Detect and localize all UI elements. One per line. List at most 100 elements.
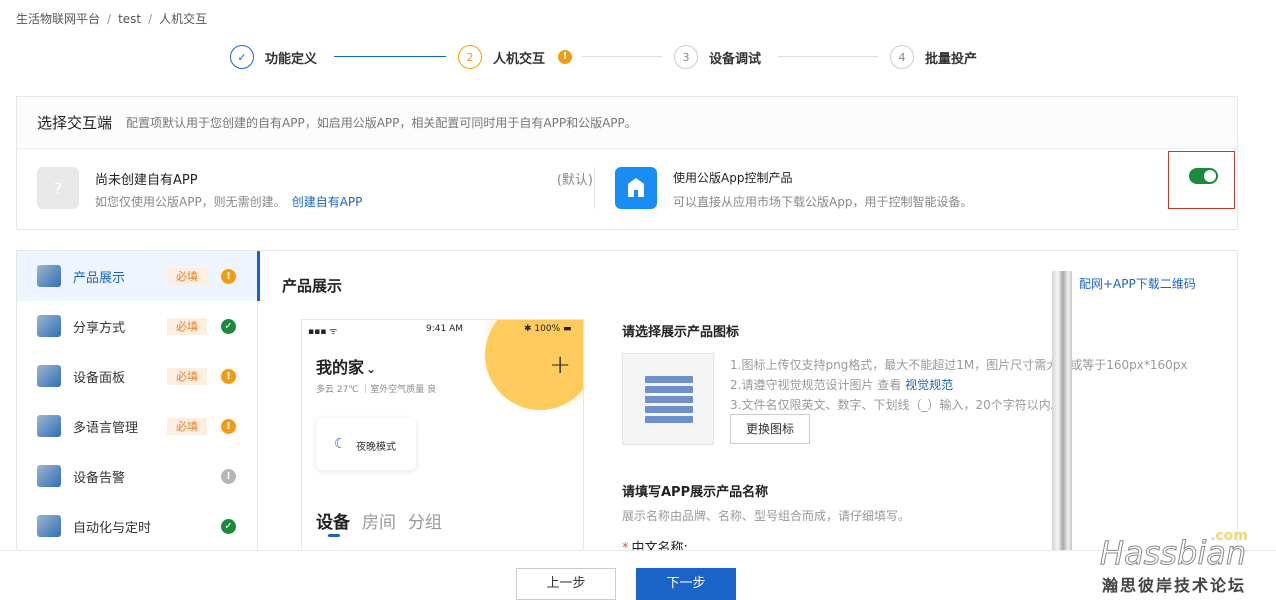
required-badge: 必填 bbox=[167, 317, 207, 335]
watermark-brand: Hassbian bbox=[1099, 534, 1247, 573]
sidebar-item-automation[interactable]: 自动化与定时 ✓ bbox=[17, 501, 258, 551]
bluetooth-icon: ✱ bbox=[524, 324, 532, 334]
public-app-desc: 可以直接从应用市场下载公版App，用于控制智能设备。 bbox=[673, 195, 973, 209]
product-display-icon bbox=[37, 265, 61, 287]
sidebar-item-label: 设备面板 bbox=[73, 370, 126, 386]
phone-tab-indicator bbox=[328, 534, 340, 537]
phone-tab-rooms: 房间 bbox=[362, 513, 396, 533]
public-app-toggle-highlight bbox=[1168, 151, 1235, 209]
scene-label: 夜晚模式 bbox=[356, 442, 396, 453]
sidebar-item-product-display[interactable]: 产品展示 必填 ! bbox=[17, 251, 260, 301]
own-app-name: 尚未创建自有APP bbox=[95, 173, 198, 188]
product-stack-icon bbox=[645, 376, 693, 423]
step-function-define[interactable]: ✓ 功能定义 bbox=[230, 45, 317, 69]
check-status-icon: ✓ bbox=[221, 518, 236, 534]
public-app-card: 使用公版App控制产品 可以直接从应用市场下载公版App，用于控制智能设备。 bbox=[615, 167, 1215, 211]
warning-status-icon: ! bbox=[221, 418, 236, 434]
step-label: 功能定义 bbox=[265, 51, 318, 67]
breadcrumb: 生活物联网平台 / test / 人机交互 bbox=[16, 10, 207, 27]
icon-section-title: 请选择展示产品图标 bbox=[622, 325, 740, 340]
public-app-name: 使用公版App控制产品 bbox=[673, 171, 793, 185]
interaction-endpoint-panel: 选择交互端 配置项默认用于您创建的自有APP，如启用公版APP，相关配置可同时用… bbox=[16, 96, 1238, 230]
phone-tab-devices: 设备 bbox=[316, 513, 350, 533]
footer-bar: 上一步 下一步 bbox=[0, 550, 1276, 600]
phone-tabs: 设备 房间 分组 bbox=[316, 508, 442, 533]
home-title-text: 我的家 bbox=[316, 358, 365, 377]
panel-header: 选择交互端 配置项默认用于您创建的自有APP，如启用公版APP，相关配置可同时用… bbox=[17, 97, 1237, 149]
breadcrumb-current: 人机交互 bbox=[159, 12, 208, 26]
check-status-icon: ✓ bbox=[221, 318, 236, 334]
required-badge: 必填 bbox=[167, 417, 207, 435]
step-number: 3 bbox=[674, 45, 698, 69]
breadcrumb-separator: / bbox=[107, 12, 112, 26]
sidebar-item-label: 设备告警 bbox=[73, 470, 126, 486]
status-time: 9:41 AM bbox=[426, 324, 463, 334]
warning-status-icon: ! bbox=[221, 368, 236, 384]
visual-spec-link[interactable]: 视觉规范 bbox=[905, 378, 953, 392]
automation-icon bbox=[37, 515, 61, 537]
chevron-down-icon: ⌄ bbox=[366, 362, 377, 376]
next-step-button[interactable]: 下一步 bbox=[636, 568, 736, 600]
own-app-card: ? 尚未创建自有APP 如您仅使用公版APP，则无需创建。 创建自有APP (默认… bbox=[37, 167, 593, 211]
multilanguage-icon bbox=[37, 415, 61, 437]
create-own-app-link[interactable]: 创建自有APP bbox=[292, 195, 363, 209]
battery-icon: ▬ bbox=[563, 324, 572, 334]
scroll-strip[interactable] bbox=[1052, 271, 1072, 559]
replace-icon-button[interactable]: 更换图标 bbox=[730, 414, 810, 444]
signal-icon: ▪▪▪ ᯤ bbox=[308, 327, 338, 337]
sidebar-item-device-panel[interactable]: 设备面板 必填 ! bbox=[17, 351, 258, 401]
info-status-icon: ! bbox=[221, 468, 236, 484]
icon-hint-2: 2.请遵守视觉规范设计图片 查看 视觉规范 bbox=[730, 375, 1188, 395]
breadcrumb-platform[interactable]: 生活物联网平台 bbox=[16, 12, 100, 26]
phone-tab-groups: 分组 bbox=[408, 513, 442, 533]
section-title: 产品展示 bbox=[282, 277, 343, 295]
device-alarm-icon bbox=[37, 465, 61, 487]
warning-status-icon: ! bbox=[221, 268, 236, 284]
step-mass-production[interactable]: 4 批量投产 bbox=[890, 45, 977, 69]
sidebar-item-label: 多语言管理 bbox=[73, 420, 139, 436]
name-section-title: 请填写APP展示产品名称 bbox=[622, 485, 769, 500]
weather-info: 多云 27℃ ｜室外空气质量 良 bbox=[316, 385, 437, 395]
check-icon: ✓ bbox=[230, 45, 254, 69]
name-section-desc: 展示名称由品牌、名称、型号组合而成，请仔细填写。 bbox=[622, 509, 911, 523]
sidebar-item-share-method[interactable]: 分享方式 必填 ✓ bbox=[17, 301, 258, 351]
own-app-desc-text: 如您仅使用公版APP，则无需创建。 bbox=[95, 195, 286, 209]
prev-step-button[interactable]: 上一步 bbox=[516, 568, 616, 600]
sidebar-item-label: 分享方式 bbox=[73, 320, 126, 336]
step-label: 人机交互 bbox=[493, 51, 546, 67]
question-app-icon: ? bbox=[37, 167, 79, 209]
step-connector bbox=[778, 56, 878, 57]
configuration-panel: 产品展示 必填 ! 分享方式 必填 ✓ 设备面板 必填 ! 多语言管理 必填 !… bbox=[16, 250, 1238, 560]
required-badge: 必填 bbox=[167, 367, 207, 385]
step-number: 2 bbox=[458, 45, 482, 69]
battery-percent: 100% bbox=[534, 324, 561, 334]
step-label: 设备调试 bbox=[709, 51, 762, 67]
step-device-debug[interactable]: 3 设备调试 bbox=[674, 45, 761, 69]
sidebar-item-label: 自动化与定时 bbox=[73, 520, 152, 536]
icon-hint-2-text: 2.请遵守视觉规范设计图片 查看 bbox=[730, 378, 906, 392]
plus-icon: + bbox=[549, 350, 571, 380]
progress-steps: ✓ 功能定义 2 人机交互 ! 3 设备调试 4 批量投产 bbox=[230, 45, 990, 69]
step-number: 4 bbox=[890, 45, 914, 69]
sidebar-item-multilanguage[interactable]: 多语言管理 必填 ! bbox=[17, 401, 258, 451]
watermark-cn: 瀚思彼岸技术论坛 bbox=[1102, 576, 1247, 595]
step-connector bbox=[582, 56, 662, 57]
step-human-interaction[interactable]: 2 人机交互 ! bbox=[458, 45, 573, 69]
watermark-logo: .com Hassbian 瀚思彼岸技术论坛 bbox=[1098, 528, 1258, 596]
home-title: 我的家 ⌄ bbox=[316, 354, 376, 378]
breadcrumb-project[interactable]: test bbox=[118, 12, 141, 26]
scene-card: ☾ 夜晚模式 bbox=[316, 418, 416, 470]
product-icon-preview bbox=[622, 353, 714, 445]
device-panel-icon bbox=[37, 365, 61, 387]
step-label: 批量投产 bbox=[925, 51, 978, 67]
moon-icon: ☾ bbox=[334, 436, 347, 452]
breadcrumb-separator: / bbox=[148, 12, 153, 26]
icon-hint-1: 1.图标上传仅支持png格式，最大不能超过1M，图片尺寸需大于或等于160px*… bbox=[730, 358, 1188, 372]
icon-hint-3: 3.文件名仅限英文、数字、下划线（_）输入，20个字符以内。 bbox=[730, 398, 1063, 412]
step-connector bbox=[334, 56, 446, 57]
sidebar-item-device-alarm[interactable]: 设备告警 ! bbox=[17, 451, 258, 501]
public-app-toggle[interactable] bbox=[1189, 168, 1218, 184]
icon-hints: 1.图标上传仅支持png格式，最大不能超过1M，图片尺寸需大于或等于160px*… bbox=[730, 355, 1188, 415]
qr-code-link[interactable]: 配网+APP下载二维码 bbox=[1079, 275, 1196, 292]
warning-icon: ! bbox=[558, 50, 573, 64]
